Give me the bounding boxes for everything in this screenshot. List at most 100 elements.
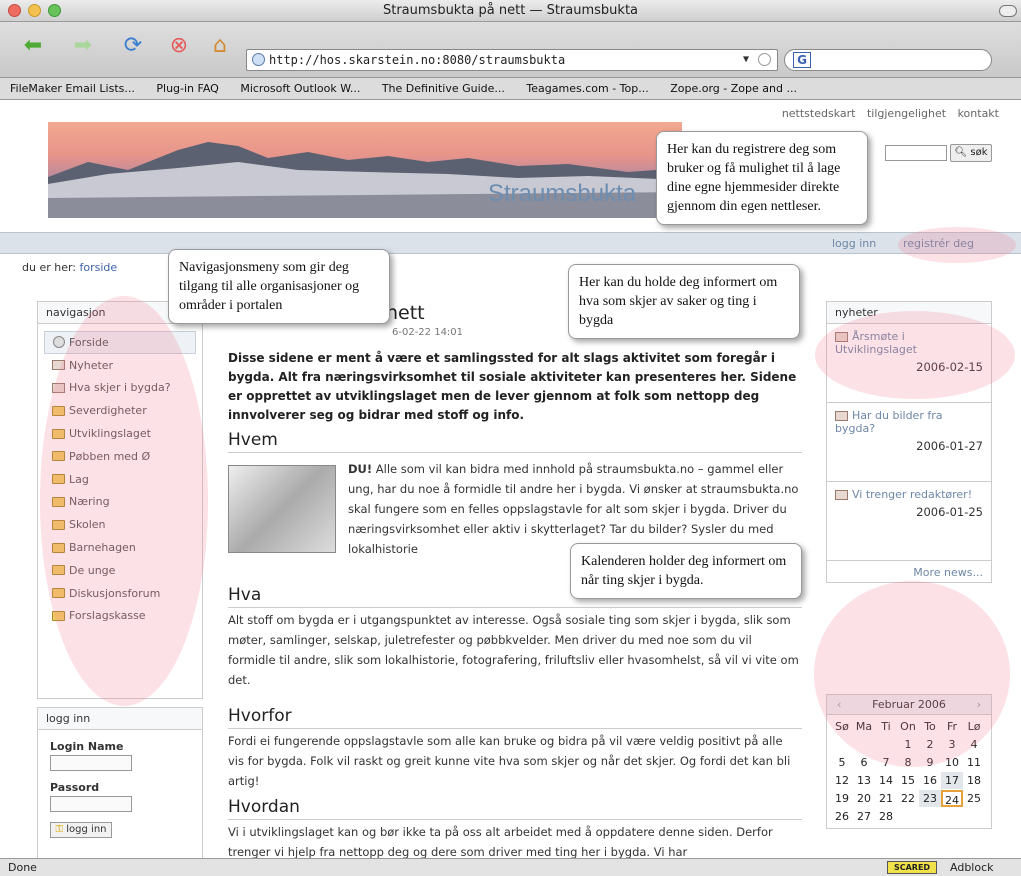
calendar-day[interactable]: 14	[875, 772, 897, 789]
web-page: nettstedskart tilgjengelighet kontakt St…	[0, 101, 1021, 858]
browser-toolbar: ⬅ ➡ ⟳ ⊗ ⌂ http://hos.skarstein.no:8080/s…	[0, 22, 1021, 78]
news-icon	[835, 411, 848, 421]
calendar-day[interactable]: 25	[963, 790, 985, 807]
login-name-label: Login Name	[50, 740, 124, 753]
news-annotation: Her kan du holde deg informert om hva so…	[568, 264, 800, 339]
news-item-title[interactable]: Vi trenger redaktører!	[852, 488, 972, 501]
lead-paragraph: Disse sidene er ment å være et samlingss…	[228, 351, 797, 422]
calendar-day[interactable]: 12	[831, 772, 853, 789]
link-tilgjengelighet[interactable]: tilgjengelighet	[867, 107, 946, 120]
login-link[interactable]: logg inn	[832, 237, 876, 250]
title-bar: Straumsbukta på nett — Straumsbukta	[0, 0, 1021, 22]
section-text-hvorfor: Fordi ei fungerende oppslagstavle som al…	[228, 734, 791, 788]
register-highlight	[898, 227, 1016, 263]
calendar-day[interactable]: 15	[897, 772, 919, 789]
site-search-input[interactable]	[885, 145, 947, 161]
calendar-annotation: Kalenderen holder deg informert om når t…	[570, 543, 802, 599]
login-portlet: logg inn Login Name Passord ⚿ logg inn	[37, 707, 203, 858]
minimize-window-icon[interactable]	[28, 4, 41, 17]
breadcrumb: du er her: forside	[22, 261, 117, 274]
calendar-day[interactable]: 22	[897, 790, 919, 807]
breadcrumb-label: du er her:	[22, 261, 77, 274]
hvem-text: Alle som vil kan bidra med innhold på st…	[348, 462, 799, 556]
page-title: nett	[386, 302, 425, 324]
news-highlight	[815, 311, 1015, 399]
address-bar[interactable]: http://hos.skarstein.no:8080/straumsbukt…	[246, 49, 778, 71]
status-bar: Done SCARED Adblock	[0, 858, 1021, 876]
go-icon[interactable]	[758, 53, 771, 66]
link-nettstedskart[interactable]: nettstedskart	[782, 107, 856, 120]
section-heading-hvem: Hvem	[228, 430, 802, 453]
banner-title: Straumsbukta	[488, 180, 637, 207]
search-button-label: søk	[970, 147, 988, 158]
url-text: http://hos.skarstein.no:8080/straumsbukt…	[269, 53, 566, 67]
bookmark-item[interactable]: The Definitive Guide...	[382, 82, 505, 95]
section-heading-hvorfor: Hvorfor	[228, 706, 802, 729]
fist-image	[228, 465, 336, 553]
navigation-annotation: Navigasjonsmeny som gir deg tilgang til …	[168, 249, 390, 324]
window-title: Straumsbukta på nett — Straumsbukta	[382, 3, 639, 18]
site-links: nettstedskart tilgjengelighet kontakt	[774, 107, 999, 120]
news-icon	[835, 490, 848, 500]
news-item[interactable]: Vi trenger redaktører! 2006-01-25	[827, 482, 991, 561]
calendar-day[interactable]: 28	[875, 808, 897, 825]
calendar-day[interactable]: 18	[963, 772, 985, 789]
site-search-button[interactable]: 🔍︎ søk	[950, 144, 992, 162]
calendar-highlight	[814, 581, 1010, 767]
calendar-day[interactable]: 21	[875, 790, 897, 807]
bold-du: DU!	[348, 462, 373, 476]
forward-arrow-icon[interactable]: ➡	[68, 30, 98, 60]
browser-window: Straumsbukta på nett — Straumsbukta ⬅ ➡ …	[0, 0, 1021, 876]
calendar-day[interactable]: 13	[853, 772, 875, 789]
login-button-label: logg inn	[66, 824, 107, 835]
toolbar-toggle-icon[interactable]	[999, 5, 1017, 17]
personal-bar: logg inn registrér deg	[0, 232, 1021, 254]
back-arrow-icon[interactable]: ⬅	[18, 30, 48, 60]
reload-icon[interactable]: ⟳	[118, 30, 148, 60]
bookmark-item[interactable]: FileMaker Email Lists...	[10, 82, 135, 95]
bookmark-item[interactable]: Zope.org - Zope and ...	[670, 82, 797, 95]
calendar-day[interactable]: 26	[831, 808, 853, 825]
site-globe-icon	[252, 53, 265, 66]
calendar-day[interactable]: 16	[919, 772, 941, 789]
link-kontakt[interactable]: kontakt	[958, 107, 999, 120]
calendar-day[interactable]: 11	[963, 754, 985, 771]
history-dropdown-icon[interactable]: ▼	[743, 50, 749, 70]
login-button[interactable]: ⚿ logg inn	[50, 822, 112, 838]
login-title: logg inn	[38, 708, 202, 730]
password-label: Passord	[50, 781, 100, 794]
nav-highlight	[40, 296, 208, 706]
calendar-day[interactable]: 20	[853, 790, 875, 807]
register-annotation: Her kan du registrere deg som bruker og …	[656, 131, 868, 225]
calendar-day[interactable]: 27	[853, 808, 875, 825]
section-text-hvordan: Vi i utviklingslaget kan og bør ikke ta …	[228, 825, 773, 858]
search-field[interactable]: G	[784, 49, 992, 71]
password-input[interactable]	[50, 796, 132, 812]
calendar-day[interactable]: 5	[831, 754, 853, 771]
search-icon: 🔍︎	[954, 147, 968, 158]
news-item-date: 2006-01-27	[916, 439, 983, 453]
home-icon[interactable]: ⌂	[205, 30, 235, 60]
adblock-label[interactable]: Adblock	[950, 859, 994, 876]
login-name-input[interactable]	[50, 755, 132, 771]
google-icon: G	[793, 52, 811, 68]
zoom-window-icon[interactable]	[48, 4, 61, 17]
document-date: 6-02-22 14:01	[392, 327, 464, 338]
calendar-day[interactable]: 24	[941, 790, 963, 807]
bookmark-item[interactable]: Teagames.com - Top...	[526, 82, 648, 95]
news-item-title[interactable]: Har du bilder fra bygda?	[835, 409, 942, 435]
scared-badge[interactable]: SCARED	[887, 861, 937, 874]
calendar-day[interactable]: 19	[831, 790, 853, 807]
home-circle-icon	[53, 336, 65, 349]
news-item[interactable]: Har du bilder fra bygda? 2006-01-27	[827, 403, 991, 482]
bookmarks-bar: FileMaker Email Lists... Plug-in FAQ Mic…	[0, 78, 1021, 100]
close-window-icon[interactable]	[8, 4, 21, 17]
section-heading-hvordan: Hvordan	[228, 797, 802, 820]
bookmark-item[interactable]: Plug-in FAQ	[156, 82, 218, 95]
calendar-day[interactable]: 17	[941, 772, 963, 789]
stop-icon[interactable]: ⊗	[164, 30, 194, 60]
breadcrumb-home-link[interactable]: forside	[80, 261, 118, 274]
calendar-day[interactable]: 23	[919, 790, 941, 807]
key-icon: ⚿	[55, 824, 64, 835]
bookmark-item[interactable]: Microsoft Outlook W...	[240, 82, 360, 95]
